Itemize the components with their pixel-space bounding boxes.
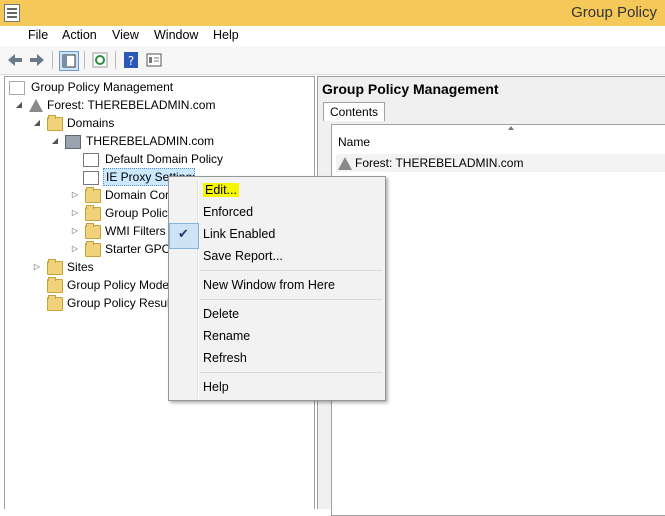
column-header-name[interactable]: Name	[338, 135, 370, 149]
expanded-triangle-icon[interactable]: ◢	[51, 132, 59, 150]
forward-arrow-icon[interactable]	[28, 51, 46, 69]
tree-label: Domains	[67, 116, 115, 130]
menu-action[interactable]: Action	[62, 28, 97, 42]
tree-label: THEREBELADMIN.com	[86, 134, 215, 148]
folder-icon	[85, 241, 101, 257]
show-hide-console-tree-icon[interactable]	[59, 51, 79, 71]
menu-bar: File Action View Window Help	[0, 26, 665, 69]
app-icon	[4, 4, 20, 22]
menu-file[interactable]: File	[28, 28, 48, 42]
details-title: Group Policy Management	[322, 81, 499, 97]
help-icon[interactable]: ?	[122, 51, 140, 69]
list-item-label: Forest: THEREBELADMIN.com	[355, 156, 524, 170]
forest-icon	[338, 157, 352, 170]
menu-separator	[200, 270, 382, 271]
modeling-icon	[47, 277, 63, 293]
back-arrow-icon[interactable]	[6, 51, 24, 69]
context-menu-refresh[interactable]: Refresh	[203, 348, 247, 368]
collapsed-triangle-icon[interactable]: ▷	[71, 222, 79, 240]
results-icon	[47, 295, 63, 311]
tree-label: WMI Filters	[105, 224, 166, 238]
menu-window[interactable]: Window	[154, 28, 198, 42]
collapsed-triangle-icon[interactable]: ▷	[71, 204, 79, 222]
context-menu-link-enabled[interactable]: Link Enabled	[203, 224, 275, 244]
toolbar-separator	[115, 51, 116, 69]
gpo-link-icon	[83, 171, 99, 185]
context-menu-delete[interactable]: Delete	[203, 304, 239, 324]
tree-label: Starter GPOs	[105, 242, 178, 256]
context-menu-help[interactable]: Help	[203, 377, 229, 397]
context-menu-save-report[interactable]: Save Report...	[203, 246, 283, 266]
forest-icon	[29, 99, 43, 112]
context-menu-rename[interactable]: Rename	[203, 326, 250, 346]
collapsed-triangle-icon[interactable]: ▷	[33, 258, 41, 276]
list-item[interactable]: Forest: THEREBELADMIN.com	[336, 154, 665, 172]
tree-label: Default Domain Policy	[105, 152, 224, 166]
svg-text:?: ?	[128, 54, 134, 68]
collapsed-triangle-icon[interactable]: ▷	[71, 240, 79, 258]
toolbar: ?	[0, 46, 665, 75]
folder-icon	[85, 205, 101, 221]
sites-folder-icon	[47, 259, 63, 275]
menu-gutter	[197, 179, 199, 398]
folder-icon	[85, 187, 101, 203]
context-menu-edit[interactable]: Edit...	[203, 180, 239, 200]
properties-icon[interactable]	[145, 51, 163, 69]
tree-label: Sites	[67, 260, 94, 274]
context-menu-new-window[interactable]: New Window from Here	[203, 275, 335, 295]
refresh-icon[interactable]	[91, 51, 109, 69]
tree-label: Group Policy	[105, 206, 174, 220]
tab-contents[interactable]: Contents	[323, 102, 386, 121]
expanded-triangle-icon[interactable]: ◢	[15, 96, 23, 114]
domain-icon	[65, 135, 81, 149]
folder-icon	[85, 223, 101, 239]
menu-item-label: Edit...	[203, 183, 239, 197]
check-mark-icon: ✔	[178, 226, 189, 241]
sort-ascending-icon	[508, 126, 514, 130]
menu-view[interactable]: View	[112, 28, 139, 42]
folder-icon	[47, 115, 63, 131]
tree-label: Group Policy Management	[31, 80, 174, 94]
window-title: Group Policy	[571, 4, 657, 21]
tree-label: Domain Cor	[105, 188, 170, 202]
collapsed-triangle-icon[interactable]: ▷	[71, 186, 79, 204]
context-menu-enforced[interactable]: Enforced	[203, 202, 253, 222]
expanded-triangle-icon[interactable]: ◢	[33, 114, 41, 132]
context-menu: Edit... Enforced ✔ Link Enabled Save Rep…	[168, 176, 386, 401]
tree-label: Group Policy Mode	[67, 278, 170, 292]
gpo-link-icon	[83, 153, 99, 167]
toolbar-separator	[52, 51, 53, 69]
title-bar: Group Policy	[0, 0, 665, 26]
menu-separator	[200, 372, 382, 373]
menu-separator	[200, 299, 382, 300]
menu-help[interactable]: Help	[213, 28, 239, 42]
toolbar-separator	[84, 51, 85, 69]
gpm-root-icon	[9, 81, 25, 95]
tree-label: Forest: THEREBELADMIN.com	[47, 98, 216, 112]
tree-label: Group Policy Result	[67, 296, 174, 310]
